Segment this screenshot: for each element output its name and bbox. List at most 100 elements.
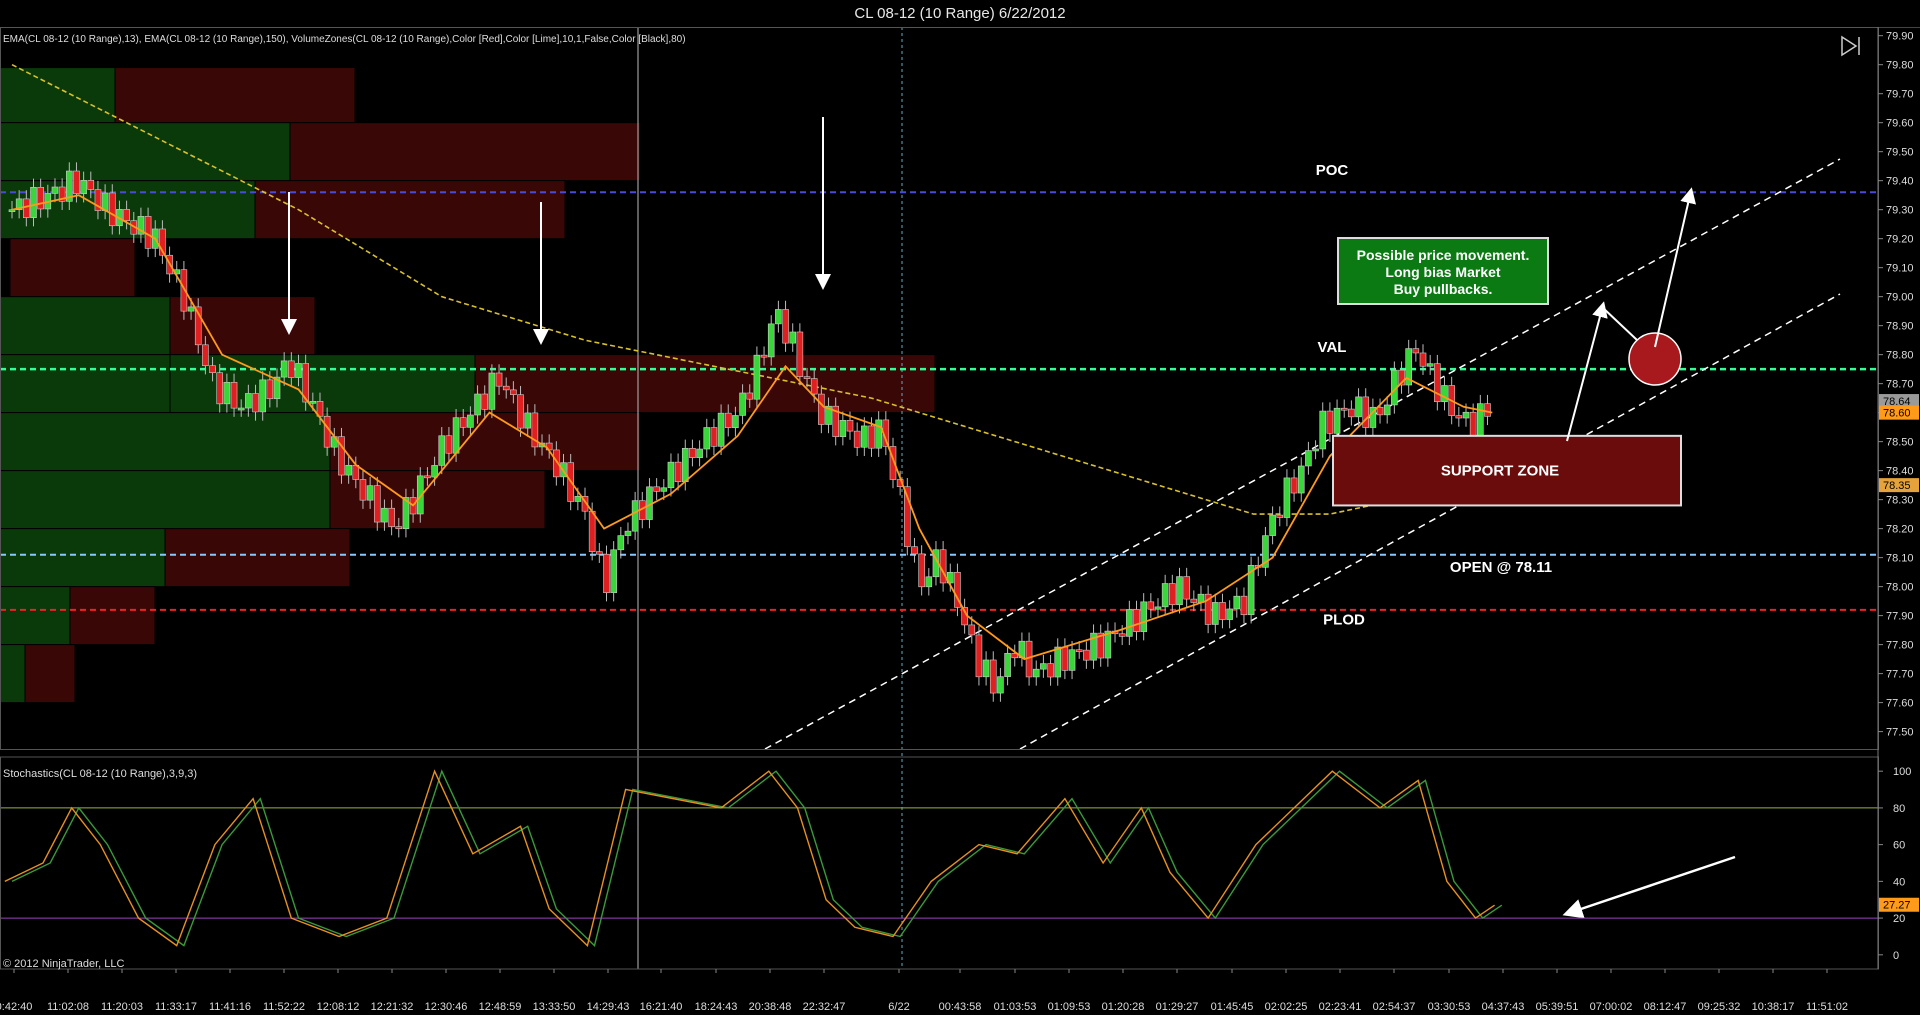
volume-zone bbox=[0, 586, 71, 646]
volume-zone bbox=[69, 586, 156, 646]
y-tick-label: 79.60 bbox=[1886, 118, 1914, 130]
candle-body bbox=[1075, 649, 1083, 653]
y-tick-label: 78.90 bbox=[1886, 321, 1914, 333]
candle-body bbox=[1068, 649, 1076, 671]
candle-body bbox=[803, 376, 811, 379]
y-tick-label: 79.50 bbox=[1886, 147, 1914, 159]
stoch-badge-value: 27.27 bbox=[1883, 900, 1911, 912]
candle-body bbox=[753, 354, 761, 400]
candle-body bbox=[1154, 606, 1162, 610]
candle-body bbox=[1047, 663, 1054, 678]
candle-body bbox=[495, 372, 503, 387]
candle-body bbox=[1297, 465, 1305, 494]
stoch-indicator-label: Stochastics(CL 08-12 (10 Range),3,9,3) bbox=[3, 768, 197, 780]
candle-body bbox=[1233, 595, 1241, 610]
candle-body bbox=[452, 417, 460, 454]
candle-body bbox=[853, 430, 861, 448]
volume-zone bbox=[254, 180, 566, 240]
x-tick-label: 03:30:53 bbox=[1428, 1001, 1471, 1013]
candle-body bbox=[288, 360, 295, 378]
candle-body bbox=[216, 372, 224, 405]
y-tick-label: 79.80 bbox=[1886, 60, 1914, 72]
candle-body bbox=[445, 435, 453, 454]
volume-zone bbox=[0, 67, 116, 124]
volume-zone bbox=[169, 296, 316, 356]
candle-body bbox=[782, 309, 789, 344]
candle-body bbox=[1226, 608, 1233, 620]
chart-canvas[interactable]: POC VAL OPEN @ 78.11 PLOD Possible price mov… bbox=[0, 27, 1920, 1015]
candle-body bbox=[796, 331, 804, 377]
x-tick-label: 12:08:12 bbox=[317, 1001, 360, 1013]
stoch-y-tick-label: 60 bbox=[1893, 840, 1905, 852]
candle-body bbox=[1312, 448, 1319, 452]
y-tick-label: 78.40 bbox=[1886, 466, 1914, 478]
candle-body bbox=[861, 425, 868, 448]
candle-body bbox=[839, 420, 847, 437]
volume-zone bbox=[0, 412, 331, 472]
candle-body bbox=[1319, 410, 1327, 450]
candle-body bbox=[760, 354, 768, 358]
candle-body bbox=[1362, 396, 1370, 428]
candle-body bbox=[1240, 595, 1248, 616]
candle-body bbox=[395, 526, 403, 530]
candle-body bbox=[295, 363, 302, 378]
x-tick-label: 02:54:37 bbox=[1373, 1001, 1416, 1013]
candle-body bbox=[624, 530, 632, 536]
candle-body bbox=[653, 486, 660, 492]
candle-body bbox=[810, 378, 818, 395]
candle-body bbox=[23, 198, 30, 218]
x-tick-label: 12:48:59 bbox=[479, 1001, 522, 1013]
x-tick-label: 11:33:17 bbox=[155, 1001, 197, 1013]
candle-body bbox=[1484, 403, 1491, 417]
candle-body bbox=[1455, 415, 1463, 419]
candle-body bbox=[1355, 396, 1362, 418]
skip-to-end-icon bbox=[1841, 35, 1860, 57]
candle-body bbox=[30, 187, 37, 218]
x-tick-label: 14:29:43 bbox=[587, 1001, 630, 1013]
y-tick-label: 77.80 bbox=[1886, 640, 1914, 652]
bias-note-line: Long bias Market bbox=[1385, 264, 1500, 280]
candle-body bbox=[617, 535, 625, 551]
candle-body bbox=[696, 448, 703, 458]
candle-body bbox=[459, 417, 467, 428]
x-tick-label: 09:25:32 bbox=[1698, 1001, 1741, 1013]
candle-body bbox=[681, 448, 689, 483]
y-tick-label: 79.20 bbox=[1886, 234, 1914, 246]
volume-zone bbox=[164, 528, 351, 588]
candle-body bbox=[1419, 352, 1427, 367]
candle-body bbox=[1118, 633, 1126, 637]
candle-body bbox=[266, 379, 274, 400]
candle-body bbox=[237, 407, 245, 411]
target-arrow bbox=[1654, 187, 1697, 348]
volume-zone bbox=[329, 412, 641, 472]
x-tick-label: 11:52:22 bbox=[263, 1001, 305, 1013]
up-arrow bbox=[1566, 301, 1608, 442]
candle-body bbox=[610, 549, 617, 593]
candle-body bbox=[424, 475, 431, 479]
candle-body bbox=[388, 507, 395, 527]
stoch-d-line bbox=[11, 769, 1503, 947]
candle-body bbox=[1340, 407, 1348, 411]
candle-body bbox=[1348, 408, 1355, 418]
candle-body bbox=[438, 435, 446, 466]
volume-zone bbox=[9, 238, 136, 298]
stoch-y-tick-label: 0 bbox=[1893, 950, 1899, 962]
stoch-k-line bbox=[4, 769, 1495, 947]
candle-body bbox=[997, 676, 1004, 694]
candle-body bbox=[431, 465, 438, 478]
candle-body bbox=[524, 412, 532, 429]
stoch-y-tick-label: 40 bbox=[1893, 876, 1905, 888]
candle-body bbox=[323, 415, 331, 448]
scroll-to-end-button[interactable] bbox=[1839, 34, 1863, 58]
candle-body bbox=[667, 461, 675, 489]
candle-body bbox=[202, 344, 209, 367]
candle-body bbox=[144, 216, 152, 249]
stoch-y-tick-label: 20 bbox=[1893, 913, 1905, 925]
x-tick-label: 11:51:02 bbox=[1806, 1001, 1848, 1013]
candle-body bbox=[975, 634, 983, 678]
x-tick-label: 07:00:02 bbox=[1590, 1001, 1633, 1013]
candle-body bbox=[703, 427, 711, 450]
volume-zone bbox=[0, 296, 171, 356]
candle-body bbox=[1305, 450, 1312, 467]
candle-body bbox=[1269, 514, 1276, 536]
